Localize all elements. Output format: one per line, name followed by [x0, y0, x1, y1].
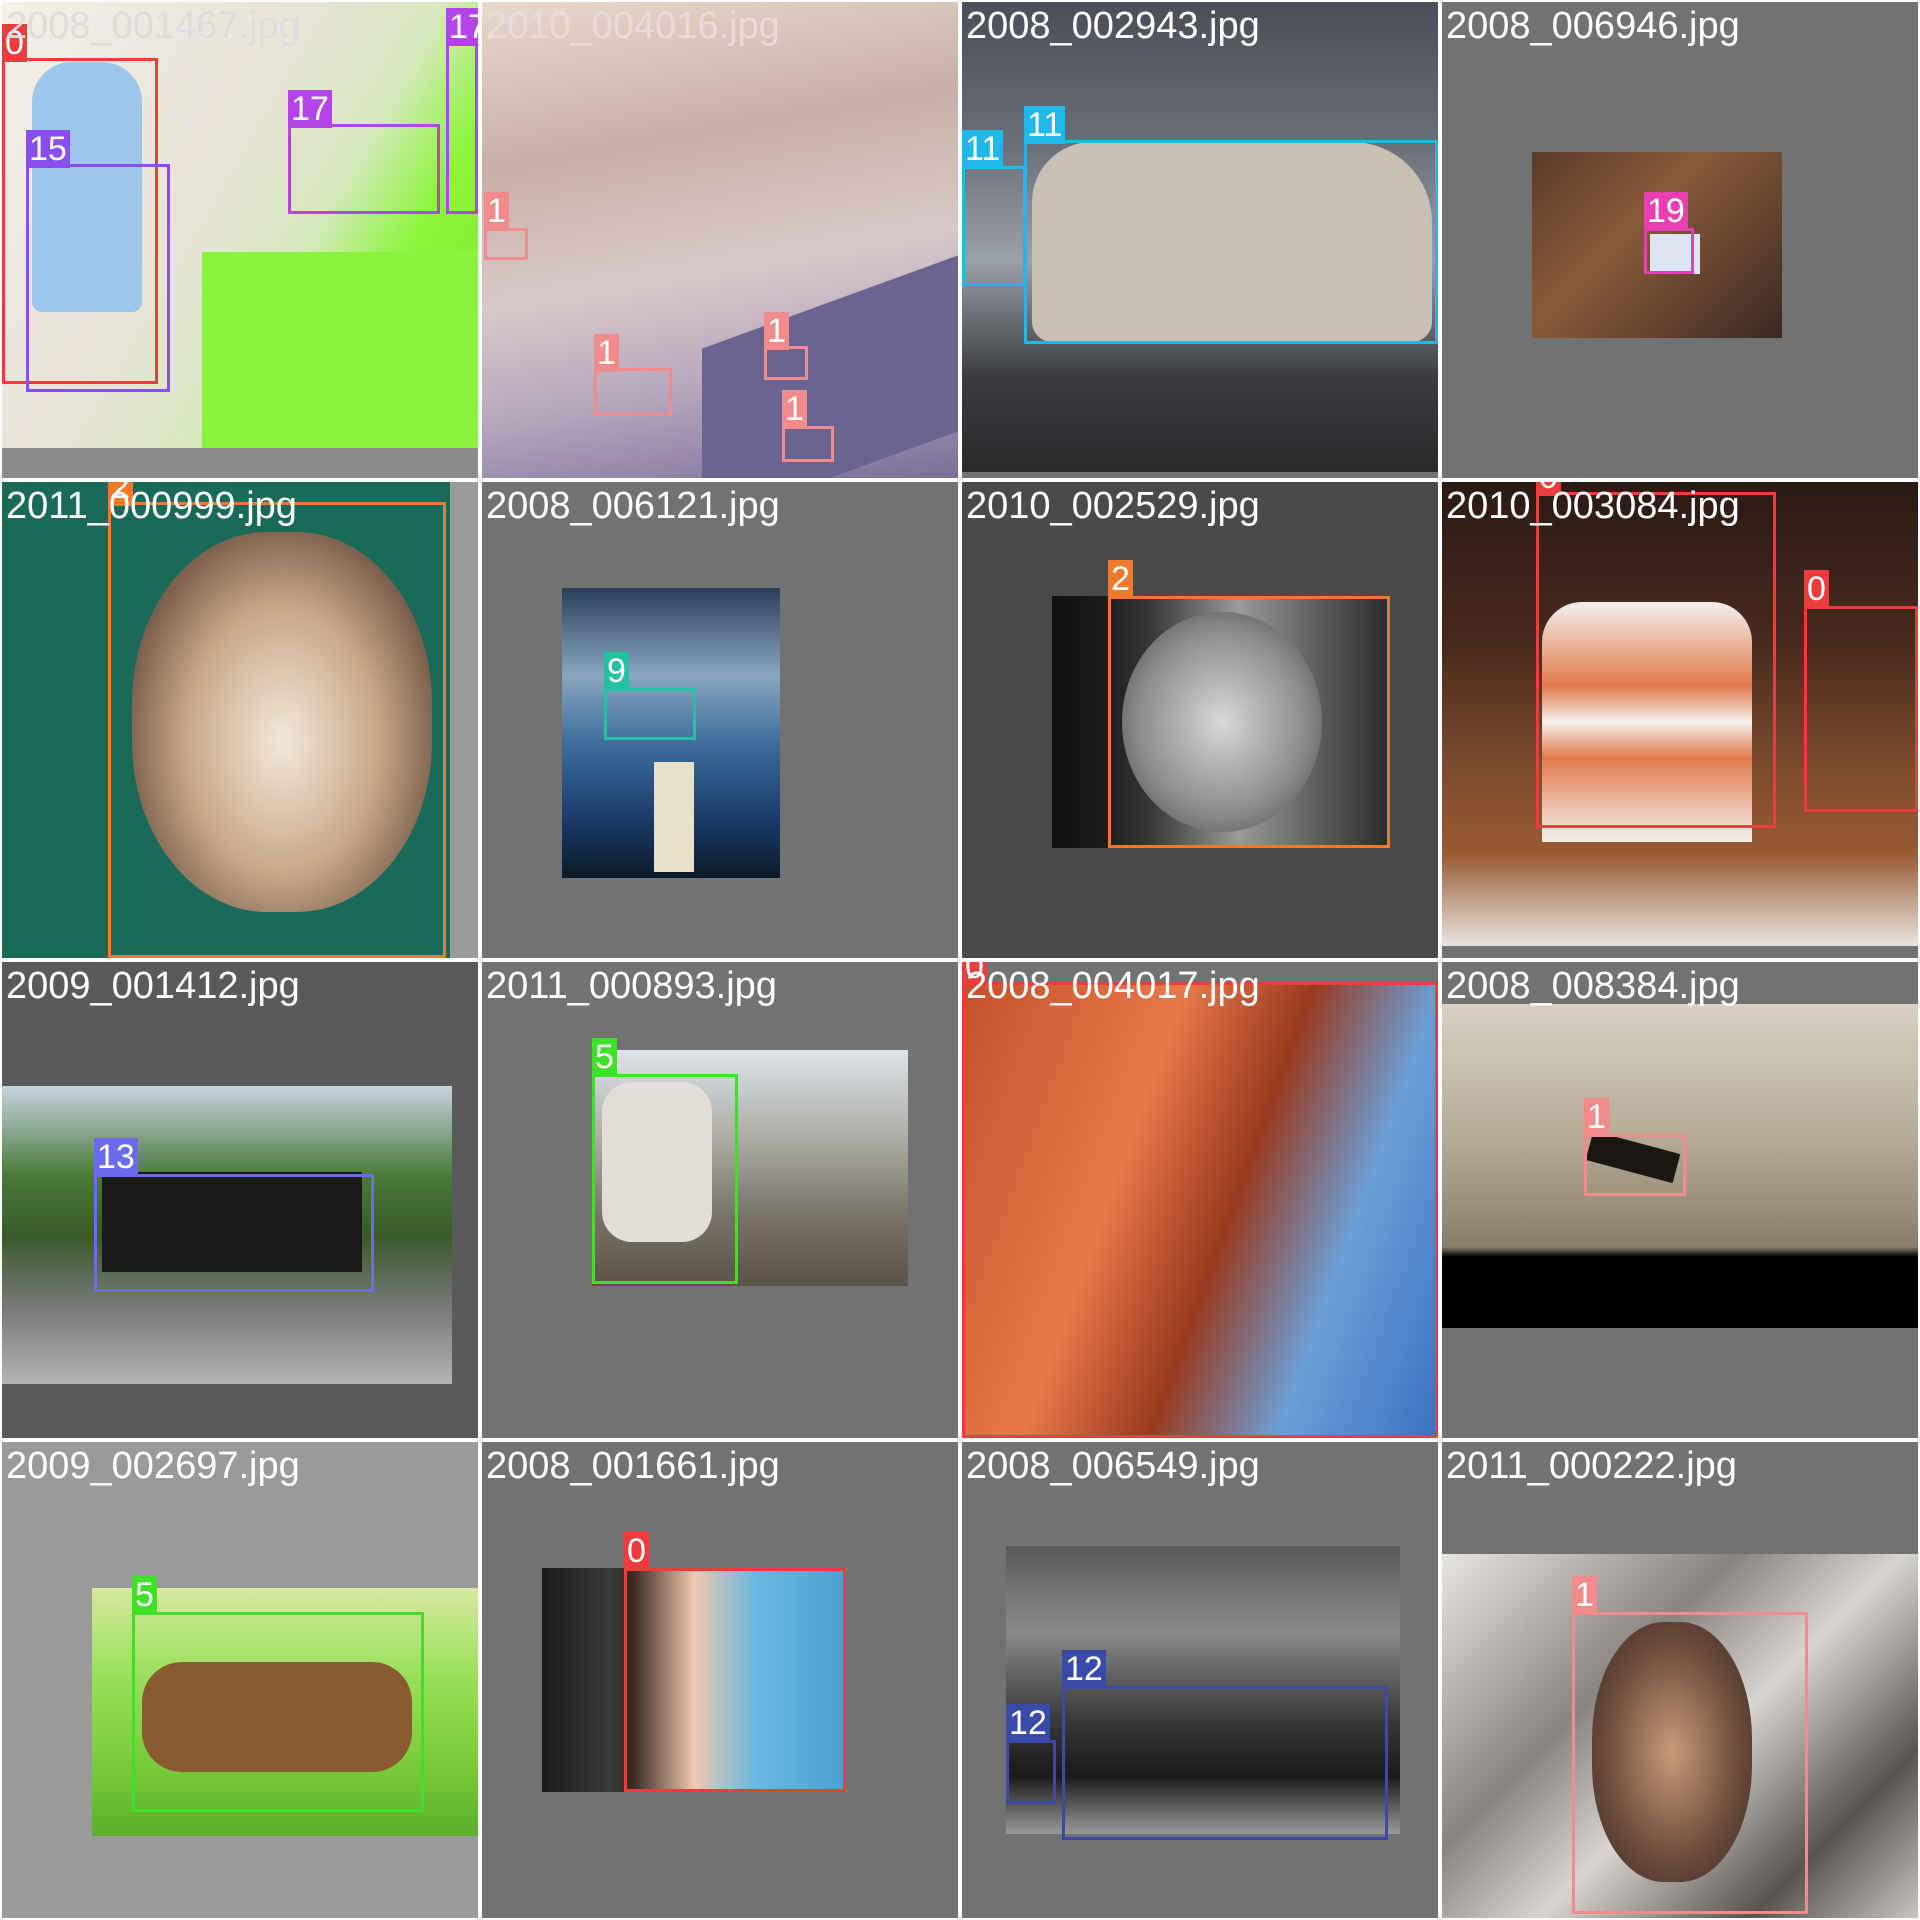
image-tile[interactable]: 0 2008_004017.jpg: [962, 962, 1438, 1438]
bounding-box[interactable]: [484, 228, 528, 260]
image-filename: 2008_006549.jpg: [966, 1445, 1260, 1487]
box-label: 1: [764, 312, 789, 350]
bounding-box[interactable]: [962, 166, 1026, 286]
bounding-box[interactable]: [962, 982, 1438, 1438]
box-label: 0: [624, 1532, 649, 1570]
image-tile[interactable]: 5 2009_002697.jpg: [2, 1442, 478, 1918]
image-tile[interactable]: 12 12 2008_006549.jpg: [962, 1442, 1438, 1918]
bounding-box[interactable]: [1536, 492, 1776, 828]
box-label: 11: [962, 130, 1004, 168]
image-filename: 2008_008384.jpg: [1446, 965, 1740, 1007]
image-tile[interactable]: 5 2011_000893.jpg: [482, 962, 958, 1438]
box-label: 5: [132, 1576, 157, 1614]
bounding-box[interactable]: [604, 688, 696, 740]
bounding-box[interactable]: [288, 124, 440, 214]
box-label: 15: [26, 130, 70, 168]
image-filename: 2008_006946.jpg: [1446, 5, 1740, 47]
box-label: 13: [94, 1138, 138, 1176]
bounding-box[interactable]: [1108, 596, 1390, 848]
box-label: 5: [592, 1038, 617, 1076]
image-filename: 2008_006121.jpg: [486, 485, 780, 527]
box-label: 1: [1572, 1576, 1597, 1614]
bounding-box[interactable]: [1006, 1740, 1056, 1804]
image-tile[interactable]: 2 2011_000999.jpg: [2, 482, 478, 958]
image-filename: 2008_001467.jpg: [6, 5, 300, 47]
box-label: 0: [1804, 570, 1829, 608]
photo-detail: [202, 252, 478, 448]
image-filename: 2008_001661.jpg: [486, 1445, 780, 1487]
bounding-box[interactable]: [624, 1568, 846, 1792]
box-label: 17: [288, 90, 332, 128]
box-label: 1: [594, 334, 619, 372]
bounding-box[interactable]: [94, 1174, 374, 1292]
bounding-box[interactable]: [1644, 228, 1694, 274]
image-tile[interactable]: 9 2008_006121.jpg: [482, 482, 958, 958]
box-label: 2: [1108, 560, 1133, 598]
image-filename: 2011_000222.jpg: [1446, 1445, 1737, 1487]
image-filename: 2010_004016.jpg: [486, 5, 780, 47]
image-tile[interactable]: 11 11 2008_002943.jpg: [962, 2, 1438, 478]
bounding-box[interactable]: [446, 42, 478, 214]
bounding-box[interactable]: [764, 346, 808, 380]
bounding-box[interactable]: [1804, 606, 1918, 812]
bounding-box[interactable]: [1572, 1612, 1808, 1914]
image-tile[interactable]: 0 0 2010_003084.jpg: [1442, 482, 1918, 958]
box-label: 1: [782, 390, 807, 428]
image-tile[interactable]: 19 2008_006946.jpg: [1442, 2, 1918, 478]
box-label: 11: [1024, 106, 1066, 144]
image-tile[interactable]: 1 1 1 1 2010_004016.jpg: [482, 2, 958, 478]
bounding-box[interactable]: [782, 426, 834, 462]
image-tile[interactable]: 1 2011_000222.jpg: [1442, 1442, 1918, 1918]
bounding-box[interactable]: [594, 368, 672, 416]
bounding-box[interactable]: [1024, 140, 1438, 344]
box-label: 9: [604, 652, 629, 690]
image-filename: 2009_001412.jpg: [6, 965, 300, 1007]
image-tile[interactable]: 0 15 17 17 2008_001467.jpg: [2, 2, 478, 478]
image-tile[interactable]: 2 2010_002529.jpg: [962, 482, 1438, 958]
photo-detail: [654, 762, 694, 872]
box-label: 12: [1062, 1650, 1106, 1688]
bounding-box[interactable]: [26, 164, 170, 392]
image-tile[interactable]: 13 2009_001412.jpg: [2, 962, 478, 1438]
bounding-box[interactable]: [1584, 1134, 1686, 1196]
box-label: 1: [1584, 1098, 1609, 1136]
bounding-box[interactable]: [108, 502, 446, 958]
image-tile[interactable]: 1 2008_008384.jpg: [1442, 962, 1918, 1438]
box-label: 17: [446, 8, 478, 46]
image-filename: 2009_002697.jpg: [6, 1445, 300, 1487]
image-tile[interactable]: 0 2008_001661.jpg: [482, 1442, 958, 1918]
image-filename: 2011_000893.jpg: [486, 965, 777, 1007]
box-label: 19: [1644, 192, 1688, 230]
image-filename: 2011_000999.jpg: [6, 485, 297, 527]
image-filename: 2008_002943.jpg: [966, 5, 1260, 47]
bounding-box[interactable]: [592, 1074, 738, 1284]
mosaic-grid: 0 15 17 17 2008_001467.jpg 1 1 1 1 2010_…: [0, 0, 1920, 1920]
box-label: 1: [484, 192, 509, 230]
bounding-box[interactable]: [132, 1612, 424, 1812]
image-filename: 2010_002529.jpg: [966, 485, 1260, 527]
bounding-box[interactable]: [1062, 1686, 1388, 1840]
image-filename: 2008_004017.jpg: [966, 965, 1260, 1007]
box-label: 12: [1006, 1704, 1050, 1742]
image-filename: 2010_003084.jpg: [1446, 485, 1740, 527]
